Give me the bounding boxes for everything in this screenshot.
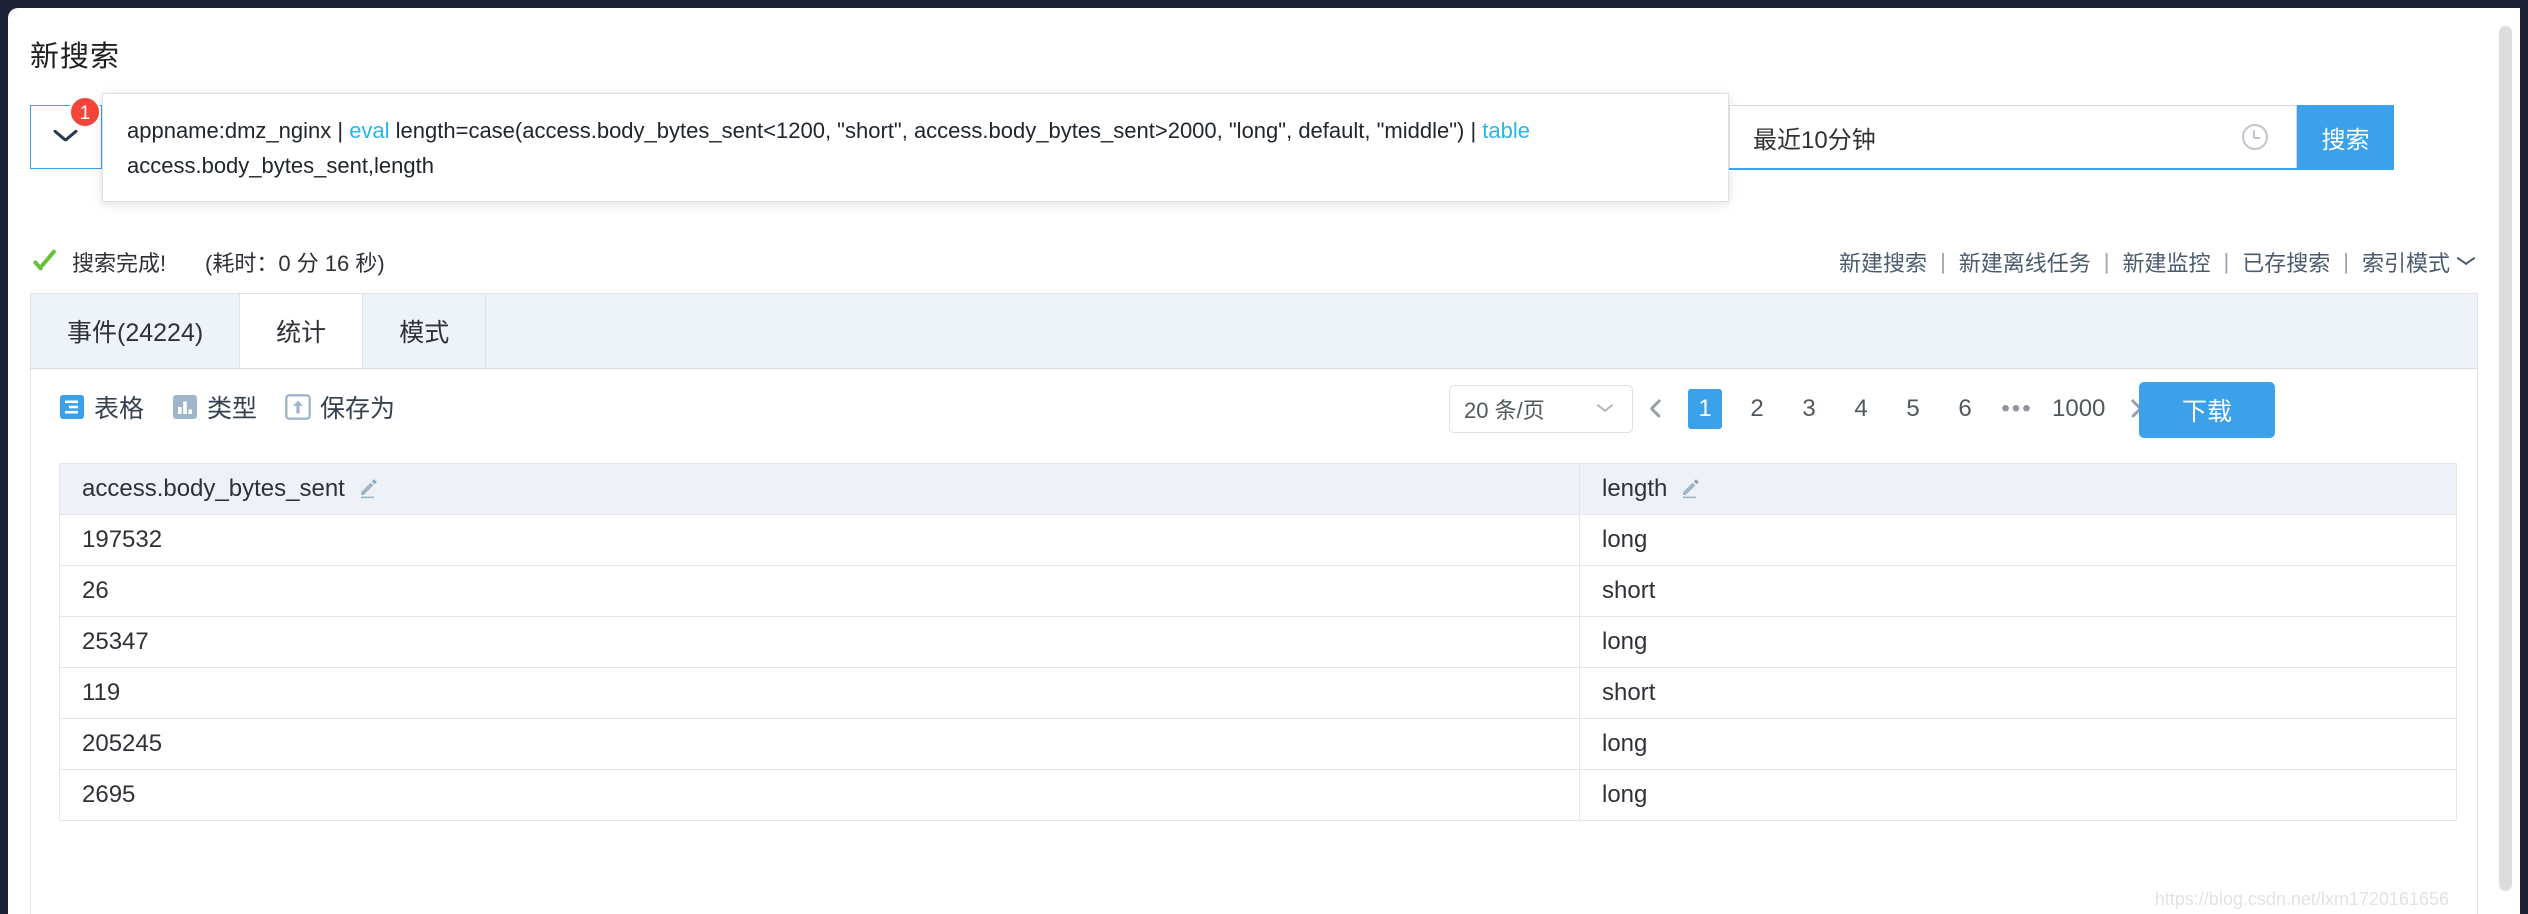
cell-body-bytes-sent: 119 [60,668,1580,719]
clock-icon [2242,124,2268,150]
tab-events[interactable]: 事件(24224) [31,294,241,368]
index-mode-dropdown[interactable]: 索引模式 [2362,246,2478,278]
page-button-4[interactable]: 4 [1844,389,1878,429]
table-row[interactable]: 25347 long [60,617,2456,668]
scrollbar-thumb[interactable] [2499,26,2512,891]
search-button[interactable]: 搜索 [2297,105,2394,169]
page-title: 新搜索 [30,41,121,73]
link-separator: | [2103,249,2110,274]
table-row[interactable]: 2695 long [60,770,2456,821]
page-size-select[interactable]: 20 条/页 [1449,385,1633,433]
tab-statistics[interactable]: 统计 [240,294,364,368]
chart-bar-icon [172,394,198,420]
toolbar-chart-type[interactable]: 类型 [172,389,257,425]
chevron-down-icon [1596,402,1618,416]
time-focus-underline [1729,168,2394,170]
page-button-last[interactable]: 1000 [2052,389,2105,429]
page-size-value: 20 条/页 [1464,398,1545,423]
link-separator: | [2223,249,2230,274]
toolbar-chart-type-label: 类型 [207,395,258,423]
action-links: 新建搜索 | 新建离线任务 | 新建监控 | 已存搜索 | 索引模式 [1839,246,2478,278]
cell-length: short [1580,566,2456,617]
chevron-left-icon[interactable] [1639,388,1673,430]
cell-length: long [1580,719,2456,770]
new-offline-task-link[interactable]: 新建离线任务 [1959,246,2091,278]
link-separator: | [1940,249,1946,274]
page-ellipsis[interactable]: ••• [2000,395,2034,423]
results-panel: 表格 类型 保存为 20 条/页 1 2 3 4 5 6 ••• 1000 下载… [30,369,2478,914]
cell-body-bytes-sent: 2695 [60,770,1580,821]
query-text: length=case(access.body_bytes_sent<1200,… [389,118,1483,143]
search-bar: 1 appname:dmz_nginx | eval length=case(a… [30,93,2478,202]
chevron-down-icon [2456,255,2478,269]
status-message: 搜索完成! [72,251,167,276]
tab-patterns[interactable]: 模式 [363,294,487,368]
table-icon [59,394,85,420]
column-header-length[interactable]: length [1580,464,2456,515]
pencil-icon[interactable] [357,477,381,501]
page-button-2[interactable]: 2 [1740,389,1774,429]
cell-length: long [1580,617,2456,668]
cell-body-bytes-sent: 197532 [60,515,1580,566]
pagination: 20 条/页 1 2 3 4 5 6 ••• 1000 [1449,385,2160,433]
results-toolbar: 表格 类型 保存为 [59,389,395,425]
results-tabbar: 事件(24224) 统计 模式 [30,293,2478,369]
query-text: access.body_bytes_sent,length [127,153,434,178]
page-surface: 新搜索 1 appname:dmz_nginx | eval length=ca… [8,8,2520,914]
query-expand-toggle[interactable]: 1 [30,96,102,169]
cell-body-bytes-sent: 25347 [60,617,1580,668]
toolbar-save-as-label: 保存为 [320,395,396,423]
page-button-6[interactable]: 6 [1948,389,1982,429]
status-elapsed: (耗时：0 分 16 秒) [205,251,385,276]
toolbar-table-label: 表格 [94,395,145,423]
page-button-5[interactable]: 5 [1896,389,1930,429]
search-query-input[interactable]: appname:dmz_nginx | eval length=case(acc… [102,93,1729,202]
table-row[interactable]: 197532 long [60,515,2456,566]
time-range-value: 最近10分钟 [1753,126,1876,154]
pencil-icon[interactable] [1679,477,1703,501]
column-header-label: length [1602,475,1668,502]
column-header-label: access.body_bytes_sent [82,475,345,502]
results-table: access.body_bytes_sent length 197532 lon… [59,463,2457,821]
save-as-icon [285,394,311,420]
cell-length: short [1580,668,2456,719]
new-search-link[interactable]: 新建搜索 [1839,246,1927,278]
link-separator: | [2343,249,2349,274]
page-content: 新搜索 1 appname:dmz_nginx | eval length=ca… [8,8,2502,914]
index-mode-label: 索引模式 [2361,251,2450,276]
query-keyword: table [1482,118,1531,143]
query-text: appname:dmz_nginx | [127,118,350,143]
page-button-1[interactable]: 1 [1688,389,1722,429]
table-row[interactable]: 119 short [60,668,2456,719]
check-icon [32,248,62,274]
cell-length: long [1580,770,2456,821]
query-keyword: eval [349,118,390,143]
cell-body-bytes-sent: 205245 [60,719,1580,770]
cell-body-bytes-sent: 26 [60,566,1580,617]
watermark: https://blog.csdn.net/lxm1720161656 [2154,889,2449,909]
download-button[interactable]: 下载 [2139,382,2275,438]
toolbar-save-as[interactable]: 保存为 [285,389,395,425]
page-button-3[interactable]: 3 [1792,389,1826,429]
new-monitor-link[interactable]: 新建监控 [2123,246,2211,278]
query-count-badge: 1 [69,96,101,128]
search-status-row: 搜索完成! (耗时：0 分 16 秒) 新建搜索 | 新建离线任务 | 新建监控… [30,246,2478,280]
chevron-down-icon [52,128,80,146]
saved-searches-link[interactable]: 已存搜索 [2242,246,2330,278]
column-header-body-bytes-sent[interactable]: access.body_bytes_sent [60,464,1580,515]
page-scrollbar[interactable] [2499,16,2516,906]
table-row[interactable]: 205245 long [60,719,2456,770]
window-frame: 新搜索 1 appname:dmz_nginx | eval length=ca… [0,0,2528,914]
table-row[interactable]: 26 short [60,566,2456,617]
table-header-row: access.body_bytes_sent length [60,464,2456,515]
time-range-picker[interactable]: 最近10分钟 [1729,105,2297,169]
cell-length: long [1580,515,2456,566]
toolbar-table[interactable]: 表格 [59,389,144,425]
